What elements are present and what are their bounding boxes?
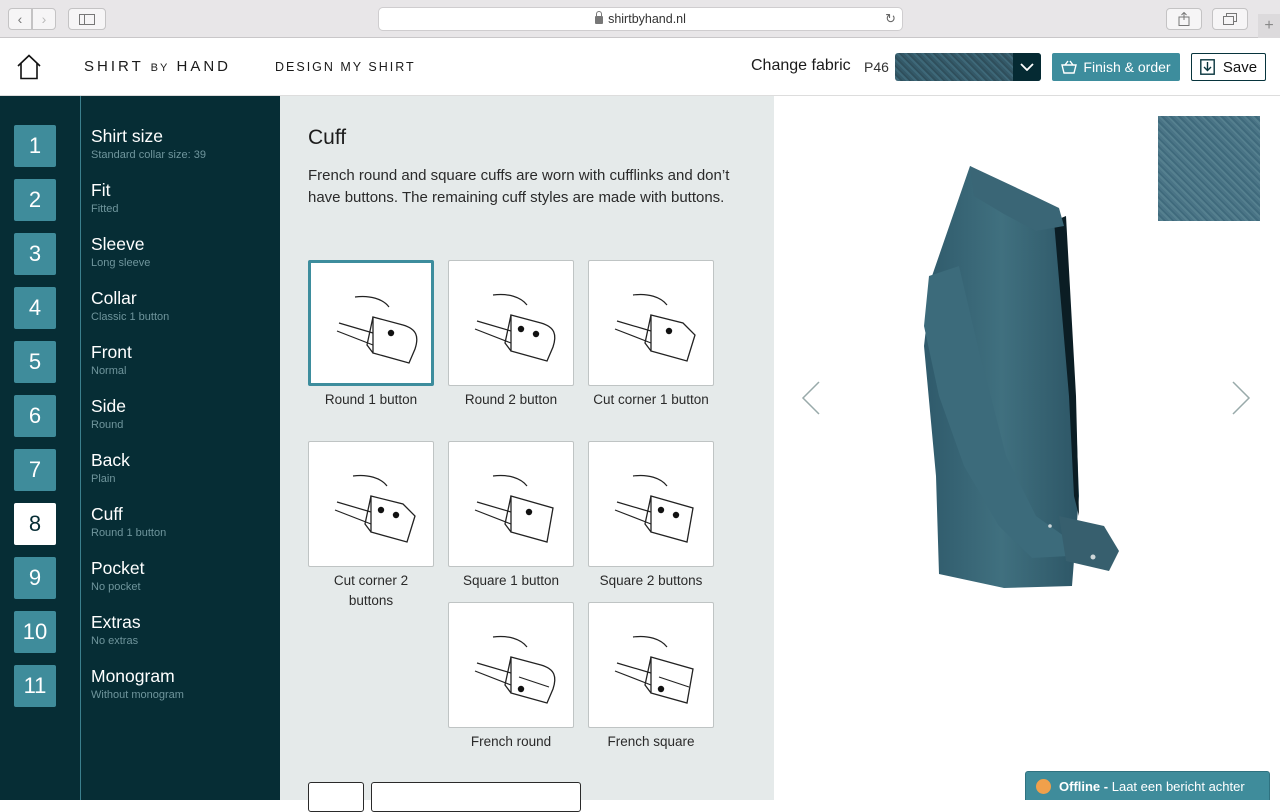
step-item-2[interactable]: 2 Fit Fitted	[0, 179, 280, 233]
step-item-6[interactable]: 6 Side Round	[0, 395, 280, 449]
step-subtitle: Fitted	[91, 203, 119, 215]
cuff-option-card[interactable]	[448, 602, 574, 728]
cuff-option-label: Cut corner 2 buttons	[333, 573, 409, 608]
step-item-9[interactable]: 9 Pocket No pocket	[0, 557, 280, 611]
finish-order-label: Finish & order	[1083, 59, 1171, 75]
reload-icon[interactable]: ↻	[885, 11, 896, 27]
step-item-3[interactable]: 3 Sleeve Long sleeve	[0, 233, 280, 287]
step-number: 4	[14, 287, 56, 329]
steps-sidebar: 1 Shirt size Standard collar size: 39 2 Fit F…	[0, 96, 280, 800]
step-title: Monogram	[91, 666, 175, 686]
fabric-code: P46	[864, 59, 889, 75]
step-title: Collar	[91, 288, 137, 308]
step-item-4[interactable]: 4 Collar Classic 1 button	[0, 287, 280, 341]
browser-toolbar: ‹ › shirtbyhand.nl ↻ +	[0, 0, 1280, 38]
cuff-option-label: Round 1 button	[324, 392, 418, 407]
step-number: 5	[14, 341, 56, 383]
step-title: Cuff	[91, 504, 123, 524]
step-number: 11	[14, 665, 56, 707]
basket-icon	[1061, 60, 1078, 74]
chevron-right-icon[interactable]	[1230, 380, 1252, 416]
finish-order-button[interactable]: Finish & order	[1052, 53, 1180, 81]
panel-description: French round and square cuffs are worn w…	[308, 167, 730, 206]
site-logo[interactable]: SHIRT BY HAND	[84, 58, 231, 75]
step-subtitle: Round 1 button	[91, 527, 167, 539]
chevron-down-icon[interactable]	[1013, 53, 1041, 81]
sidebar-toggle-icon[interactable]	[68, 8, 106, 30]
cuff-option-card[interactable]	[308, 441, 434, 567]
chat-widget[interactable]: Offline - Laat een bericht achter	[1025, 771, 1270, 800]
shirt-preview	[774, 96, 1280, 800]
step-title: Extras	[91, 612, 141, 632]
step-number: 10	[14, 611, 56, 653]
step-item-11[interactable]: 11 Monogram Without monogram	[0, 665, 280, 719]
forward-icon[interactable]: ›	[32, 8, 56, 30]
chat-icon	[1036, 778, 1051, 794]
back-icon[interactable]: ‹	[8, 8, 32, 30]
tabs-overview-icon[interactable]	[1212, 8, 1248, 30]
fabric-select[interactable]	[895, 53, 1041, 81]
step-subtitle: Standard collar size: 39	[91, 149, 206, 161]
options-panel: Cuff French round and square cuffs are w…	[280, 96, 774, 812]
share-icon[interactable]	[1166, 8, 1202, 30]
lock-icon	[595, 11, 604, 24]
cuff-option-card[interactable]	[588, 441, 714, 567]
url-text: shirtbyhand.nl	[608, 12, 686, 26]
cuff-option-label: French square	[607, 734, 695, 749]
step-number: 1	[14, 125, 56, 167]
step-subtitle: Without monogram	[91, 689, 184, 701]
home-icon[interactable]	[17, 54, 41, 80]
step-title: Back	[91, 450, 130, 470]
step-title: Pocket	[91, 558, 145, 578]
cuff-option-card[interactable]	[588, 260, 714, 386]
chat-status: Offline -	[1059, 778, 1109, 794]
cuff-option-card[interactable]	[448, 260, 574, 386]
step-number: 9	[14, 557, 56, 599]
step-subtitle: Long sleeve	[91, 257, 151, 269]
step-title: Shirt size	[91, 126, 163, 146]
step-number: 3	[14, 233, 56, 275]
step-title: Side	[91, 396, 127, 416]
step-title: Fit	[91, 180, 111, 200]
address-bar[interactable]: shirtbyhand.nl ↻	[378, 7, 903, 31]
step-subtitle: No extras	[91, 635, 139, 647]
step-number: 2	[14, 179, 56, 221]
save-button[interactable]: Save	[1191, 53, 1266, 81]
site-header: SHIRT BY HAND DESIGN MY SHIRT Change fab…	[0, 39, 1280, 96]
step-item-1[interactable]: 1 Shirt size Standard collar size: 39	[0, 125, 280, 179]
step-number: 6	[14, 395, 56, 437]
step-item-7[interactable]: 7 Back Plain	[0, 449, 280, 503]
cuff-option-card[interactable]	[308, 260, 434, 386]
step-subtitle: No pocket	[91, 581, 141, 593]
cuff-option-label: French round	[470, 734, 552, 749]
new-tab-icon[interactable]: +	[1258, 14, 1280, 38]
change-fabric-label[interactable]: Change fabric	[751, 57, 851, 75]
cuff-option-label: Square 2 buttons	[599, 573, 703, 588]
nav-design-my-shirt[interactable]: DESIGN MY SHIRT	[275, 60, 416, 74]
previous-button[interactable]	[308, 782, 364, 812]
save-label: Save	[1222, 58, 1258, 76]
step-number: 8	[14, 503, 56, 545]
step-item-5[interactable]: 5 Front Normal	[0, 341, 280, 395]
chat-message: Laat een bericht achter	[1111, 778, 1245, 794]
step-subtitle: Plain	[91, 473, 116, 485]
step-number: 7	[14, 449, 56, 491]
panel-title: Cuff	[308, 126, 347, 149]
download-icon	[1199, 59, 1215, 75]
cuff-option-card[interactable]	[588, 602, 714, 728]
step-subtitle: Normal	[91, 365, 127, 377]
step-item-10[interactable]: 10 Extras No extras	[0, 611, 280, 665]
cuff-option-card[interactable]	[448, 441, 574, 567]
chevron-left-icon[interactable]	[800, 380, 822, 416]
fabric-thumbnail[interactable]	[1158, 116, 1260, 221]
step-item-8[interactable]: 8 Cuff Round 1 button	[0, 503, 280, 557]
cuff-option-label: Round 2 button	[464, 392, 558, 407]
step-title: Front	[91, 342, 132, 362]
next-button[interactable]	[371, 782, 581, 812]
cuff-option-label: Cut corner 1 button	[593, 392, 709, 407]
step-subtitle: Classic 1 button	[91, 311, 170, 323]
cuff-option-label: Square 1 button	[462, 573, 560, 588]
step-title: Sleeve	[91, 234, 145, 254]
step-subtitle: Round	[91, 419, 124, 431]
